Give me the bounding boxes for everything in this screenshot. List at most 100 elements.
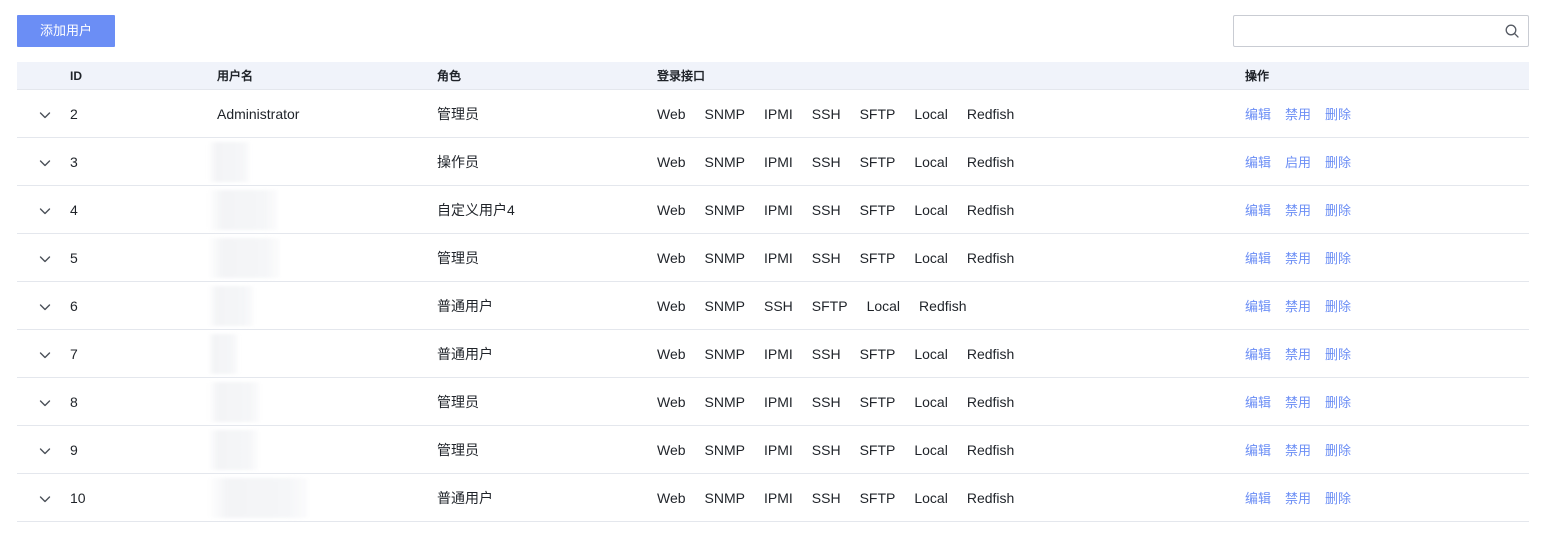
user-role: 管理员 [437, 233, 657, 282]
search-input[interactable] [1242, 20, 1496, 44]
interface-tag: Local [866, 297, 901, 314]
interface-tag: IPMI [764, 201, 793, 218]
toggle-enable-link[interactable]: 禁用 [1285, 440, 1311, 459]
delete-link[interactable]: 删除 [1325, 248, 1351, 267]
delete-link[interactable]: 删除 [1325, 200, 1351, 219]
interface-tag: Redfish [966, 393, 1015, 410]
login-interfaces: Web SNMP IPMI SSH SFTP Local Redfish [657, 185, 1245, 234]
chevron-down-icon[interactable] [39, 397, 51, 409]
interface-tag: Redfish [966, 489, 1015, 506]
chevron-down-icon[interactable] [39, 253, 51, 265]
interface-tag: SFTP [859, 345, 896, 362]
interface-tag: IPMI [764, 489, 793, 506]
chevron-down-icon[interactable] [39, 109, 51, 121]
toggle-enable-link[interactable]: 禁用 [1285, 200, 1311, 219]
username [208, 137, 437, 186]
edit-link[interactable]: 编辑 [1245, 152, 1271, 171]
interface-tag: Web [657, 201, 686, 218]
row-actions: 编辑 禁用 删除 [1245, 185, 1529, 234]
interface-tag: SSH [811, 201, 841, 218]
chevron-down-icon[interactable] [39, 349, 51, 361]
toggle-enable-link[interactable]: 禁用 [1285, 296, 1311, 315]
expand-cell [17, 233, 70, 282]
row-actions: 编辑 禁用 删除 [1245, 473, 1529, 522]
row-actions: 编辑 禁用 删除 [1245, 233, 1529, 282]
interface-tag: SSH [811, 393, 841, 410]
add-user-button[interactable]: 添加用户 [17, 15, 115, 47]
interface-tag: IPMI [764, 441, 793, 458]
interface-tag: Web [657, 105, 686, 122]
login-interfaces: Web SNMP IPMI SSH SFTP Local Redfish [657, 329, 1245, 378]
interface-tag: SFTP [859, 153, 896, 170]
delete-link[interactable]: 删除 [1325, 392, 1351, 411]
table-header-row: ID 用户名 角色 登录接口 操作 [17, 62, 1529, 90]
interface-tag: Web [657, 249, 686, 266]
interface-tag: SSH [811, 489, 841, 506]
toggle-enable-link[interactable]: 启用 [1285, 152, 1311, 171]
username [208, 185, 437, 234]
username [208, 377, 437, 426]
edit-link[interactable]: 编辑 [1245, 488, 1271, 507]
login-interfaces: Web SNMP IPMI SSH SFTP Local Redfish [657, 425, 1245, 474]
delete-link[interactable]: 删除 [1325, 104, 1351, 123]
toggle-enable-link[interactable]: 禁用 [1285, 104, 1311, 123]
chevron-down-icon[interactable] [39, 445, 51, 457]
login-interfaces: Web SNMP IPMI SSH SFTP Local Redfish [657, 233, 1245, 282]
interface-tag: Redfish [966, 105, 1015, 122]
user-role: 管理员 [437, 89, 657, 138]
delete-link[interactable]: 删除 [1325, 152, 1351, 171]
chevron-down-icon[interactable] [39, 301, 51, 313]
user-id: 5 [70, 233, 217, 282]
chevron-down-icon[interactable] [39, 493, 51, 505]
delete-link[interactable]: 删除 [1325, 344, 1351, 363]
interface-tag: SNMP [704, 345, 745, 362]
login-interfaces: Web SNMP IPMI SSH SFTP Local Redfish [657, 89, 1245, 138]
header-actions: 操作 [1245, 62, 1529, 90]
interface-tag: Local [914, 153, 948, 170]
expand-cell [17, 377, 70, 426]
toggle-enable-link[interactable]: 禁用 [1285, 248, 1311, 267]
table-row: 7 普通用户 Web SNMP IPMI SSH SFTP Local Redfish 编辑 禁用删… [17, 329, 1529, 378]
user-role: 操作员 [437, 137, 657, 186]
interface-tag: Local [914, 345, 948, 362]
chevron-down-icon[interactable] [39, 205, 51, 217]
obscured-username [208, 429, 258, 470]
edit-link[interactable]: 编辑 [1245, 296, 1271, 315]
interface-tag: Redfish [966, 441, 1015, 458]
row-actions: 编辑 禁用 删除 [1245, 89, 1529, 138]
header-expand [17, 62, 70, 90]
chevron-down-icon[interactable] [39, 157, 51, 169]
interface-tag: SFTP [859, 441, 896, 458]
edit-link[interactable]: 编辑 [1245, 200, 1271, 219]
edit-link[interactable]: 编辑 [1245, 248, 1271, 267]
interface-tag: SSH [764, 297, 793, 314]
user-role: 管理员 [437, 425, 657, 474]
delete-link[interactable]: 删除 [1325, 296, 1351, 315]
username [208, 281, 437, 330]
interface-tag: SFTP [811, 297, 848, 314]
username [208, 425, 437, 474]
interface-tag: Web [657, 297, 686, 314]
interface-tag: SFTP [859, 393, 896, 410]
interface-tag: SSH [811, 105, 841, 122]
search-box[interactable] [1233, 15, 1529, 47]
interface-tag: SNMP [704, 489, 745, 506]
login-interfaces: Web SNMP IPMI SSH SFTP Local Redfish [657, 473, 1245, 522]
toggle-enable-link[interactable]: 禁用 [1285, 344, 1311, 363]
expand-cell [17, 473, 70, 522]
toggle-enable-link[interactable]: 禁用 [1285, 392, 1311, 411]
login-interfaces: Web SNMP IPMI SSH SFTP Local Redfish [657, 137, 1245, 186]
edit-link[interactable]: 编辑 [1245, 344, 1271, 363]
toggle-enable-link[interactable]: 禁用 [1285, 488, 1311, 507]
delete-link[interactable]: 删除 [1325, 440, 1351, 459]
interface-tag: Redfish [966, 201, 1015, 218]
edit-link[interactable]: 编辑 [1245, 104, 1271, 123]
expand-cell [17, 137, 70, 186]
edit-link[interactable]: 编辑 [1245, 440, 1271, 459]
edit-link[interactable]: 编辑 [1245, 392, 1271, 411]
delete-link[interactable]: 删除 [1325, 488, 1351, 507]
interface-tag: Local [914, 201, 948, 218]
interface-tag: SSH [811, 153, 841, 170]
user-id: 6 [70, 281, 217, 330]
search-icon[interactable] [1505, 24, 1519, 38]
